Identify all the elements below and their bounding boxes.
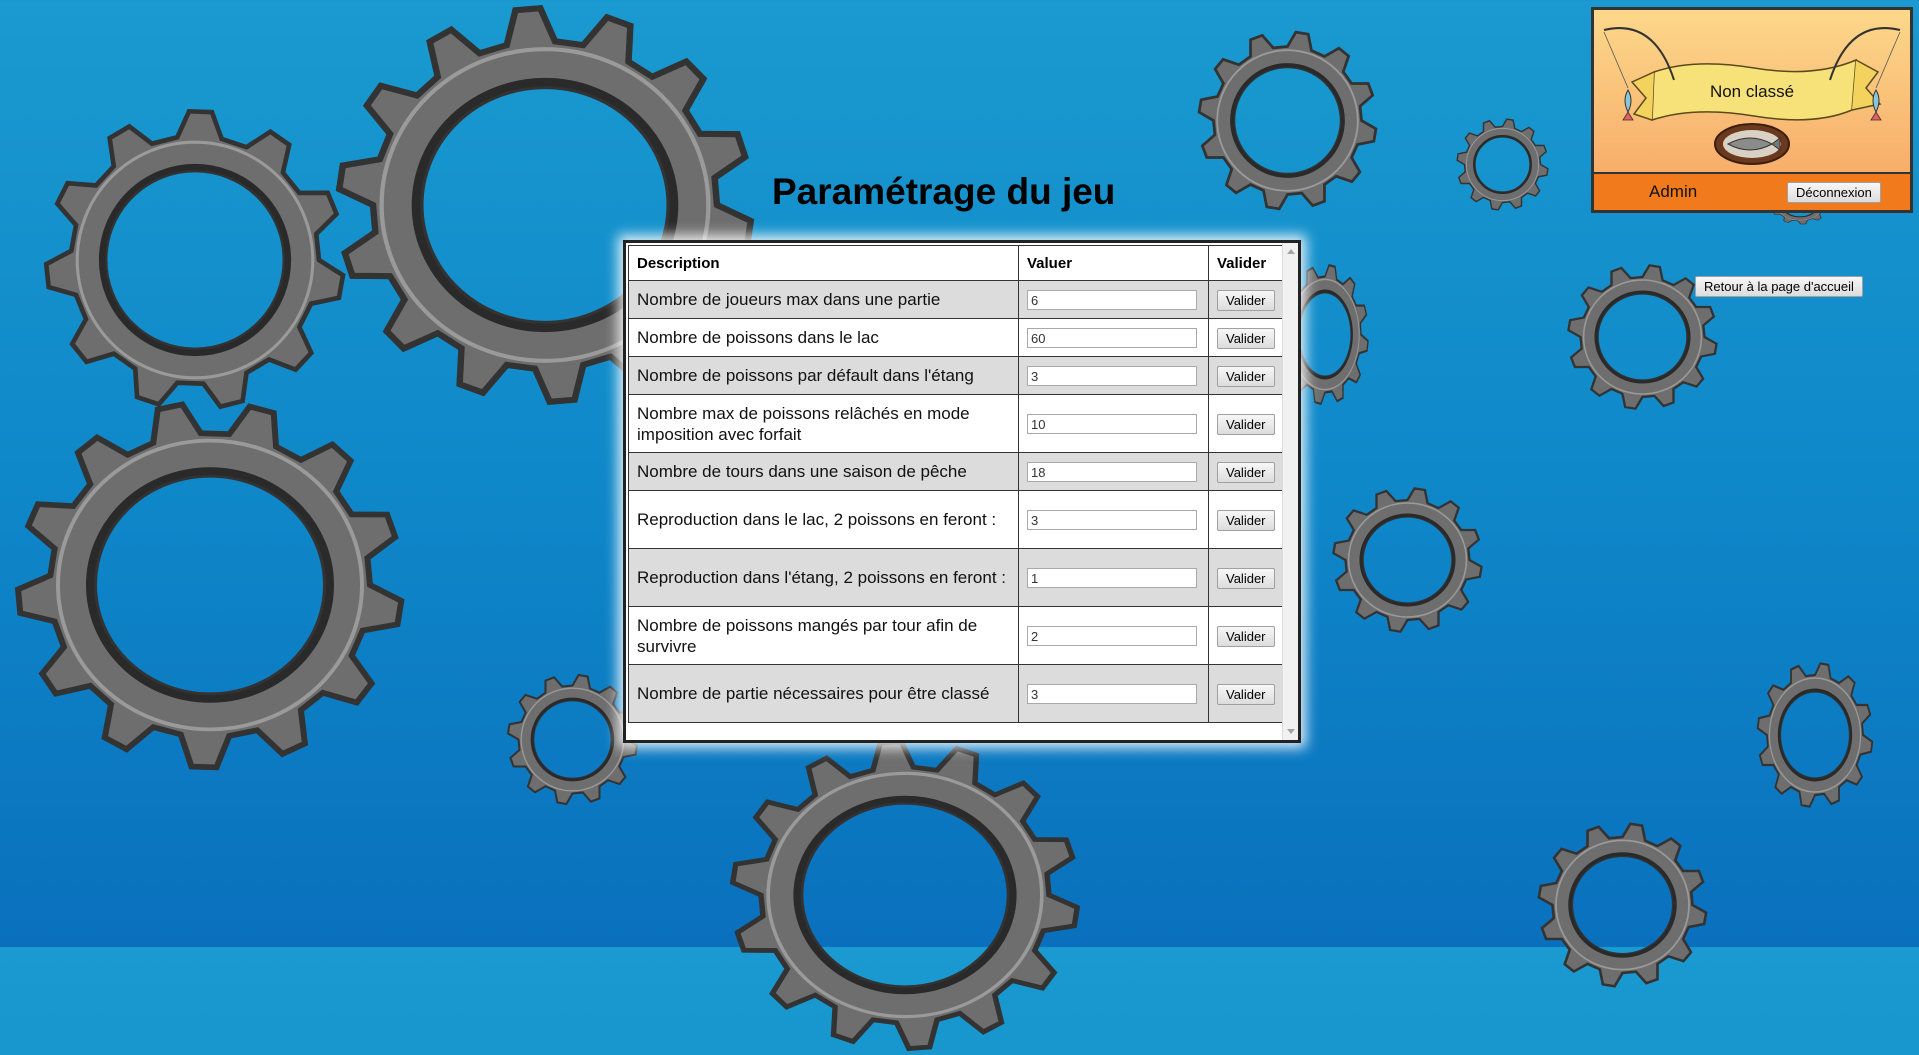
table-header-row: Description Valuer Valider [628, 245, 1283, 281]
param-action-cell: Valider [1208, 356, 1283, 395]
validate-button[interactable]: Valider [1217, 413, 1275, 435]
validate-button[interactable]: Valider [1217, 567, 1275, 589]
param-value-cell [1018, 606, 1209, 665]
param-value-cell [1018, 452, 1209, 491]
param-value-cell [1018, 490, 1209, 549]
validate-button[interactable]: Valider [1217, 625, 1275, 647]
param-action-cell: Valider [1208, 548, 1283, 607]
param-value-cell [1018, 318, 1209, 357]
param-value-input[interactable] [1027, 328, 1197, 349]
user-panel: Non classé Admin Déconnexion [1591, 7, 1913, 213]
param-value-cell [1018, 548, 1209, 607]
param-description: Nombre de joueurs max dans une partie [628, 280, 1019, 319]
param-action-cell: Valider [1208, 318, 1283, 357]
validate-button[interactable]: Valider [1217, 365, 1275, 387]
param-value-input[interactable] [1027, 366, 1197, 387]
param-description: Nombre de partie nécessaires pour être c… [628, 664, 1019, 723]
settings-panel: Description Valuer Valider Nombre de jou… [623, 240, 1301, 743]
table-row: Reproduction dans l'étang, 2 poissons en… [628, 548, 1283, 607]
table-row: Nombre de poissons par défault dans l'ét… [628, 356, 1283, 395]
param-value-cell [1018, 356, 1209, 395]
param-value-input[interactable] [1027, 626, 1197, 647]
param-value-input[interactable] [1027, 568, 1197, 589]
username: Admin [1649, 182, 1698, 201]
page-title: Paramétrage du jeu [772, 170, 1116, 212]
param-action-cell: Valider [1208, 606, 1283, 665]
gear-decoration [1755, 660, 1875, 810]
param-action-cell: Valider [1208, 490, 1283, 549]
header-action: Valider [1208, 245, 1283, 281]
validate-button[interactable]: Valider [1217, 509, 1275, 531]
param-action-cell: Valider [1208, 452, 1283, 491]
param-description: Reproduction dans le lac, 2 poissons en … [628, 490, 1019, 549]
table-row: Nombre de tours dans une saison de pêche… [628, 452, 1283, 491]
param-value-input[interactable] [1027, 684, 1197, 705]
param-description: Nombre de poissons par défault dans l'ét… [628, 356, 1019, 395]
scroll-down-arrow-icon[interactable] [1287, 729, 1295, 734]
settings-table: Description Valuer Valider Nombre de jou… [628, 245, 1283, 723]
table-row: Nombre de poissons mangés par tour afin … [628, 606, 1283, 665]
table-row: Reproduction dans le lac, 2 poissons en … [628, 490, 1283, 549]
user-bar: Admin Déconnexion [1594, 172, 1910, 210]
gear-decoration [505, 672, 640, 807]
gear-decoration [1455, 117, 1550, 212]
validate-button[interactable]: Valider [1217, 289, 1275, 311]
settings-table-body: Nombre de joueurs max dans une partie Val… [628, 280, 1283, 723]
param-value-input[interactable] [1027, 510, 1197, 531]
header-value: Valuer [1018, 245, 1209, 281]
gear-decoration [725, 735, 1085, 1055]
param-action-cell: Valider [1208, 664, 1283, 723]
table-row: Nombre de joueurs max dans une partie Val… [628, 280, 1283, 319]
param-value-input[interactable] [1027, 290, 1197, 311]
param-description: Reproduction dans l'étang, 2 poissons en… [628, 548, 1019, 607]
gear-decoration [1535, 820, 1710, 990]
param-value-cell [1018, 280, 1209, 319]
param-value-input[interactable] [1027, 462, 1197, 483]
param-action-cell: Valider [1208, 394, 1283, 453]
table-row: Nombre max de poissons relâchés en mode … [628, 394, 1283, 453]
param-description: Nombre de poissons mangés par tour afin … [628, 606, 1019, 665]
param-action-cell: Valider [1208, 280, 1283, 319]
param-value-input[interactable] [1027, 414, 1197, 435]
gear-decoration [1330, 485, 1485, 635]
table-row: Nombre de partie nécessaires pour être c… [628, 664, 1283, 723]
param-value-cell [1018, 664, 1209, 723]
gear-decoration [10, 395, 410, 775]
param-description: Nombre max de poissons relâchés en mode … [628, 394, 1019, 453]
scroll-up-arrow-icon[interactable] [1287, 249, 1295, 254]
param-description: Nombre de poissons dans le lac [628, 318, 1019, 357]
logout-button[interactable]: Déconnexion [1787, 182, 1881, 203]
home-page-button[interactable]: Retour à la page d'accueil [1695, 276, 1863, 297]
header-description: Description [628, 245, 1019, 281]
panel-scrollbar[interactable] [1282, 243, 1298, 740]
gear-decoration [1195, 28, 1380, 213]
validate-button[interactable]: Valider [1217, 327, 1275, 349]
validate-button[interactable]: Valider [1217, 683, 1275, 705]
validate-button[interactable]: Valider [1217, 461, 1275, 483]
table-row: Nombre de poissons dans le lac Valider [628, 318, 1283, 357]
param-value-cell [1018, 394, 1209, 453]
player-rank: Non classé [1709, 82, 1795, 101]
param-description: Nombre de tours dans une saison de pêche [628, 452, 1019, 491]
gear-decoration [40, 105, 350, 415]
